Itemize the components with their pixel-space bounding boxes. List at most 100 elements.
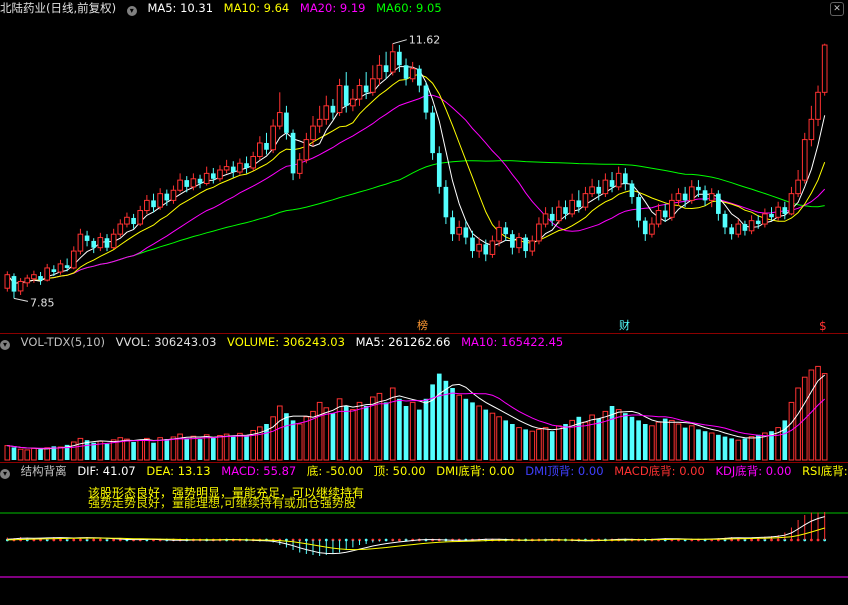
volume-bar bbox=[270, 416, 276, 461]
volume-bar bbox=[602, 410, 609, 461]
candle-body bbox=[250, 155, 257, 169]
candle-body bbox=[476, 243, 482, 252]
volume-bar bbox=[284, 413, 289, 460]
volume-bar bbox=[808, 369, 815, 461]
candle-body bbox=[397, 51, 402, 66]
volume-bar bbox=[496, 416, 502, 461]
volume-bar bbox=[483, 409, 489, 460]
candle-body bbox=[735, 223, 742, 235]
candle-body bbox=[151, 200, 156, 208]
candle-body bbox=[184, 180, 190, 187]
candle-body bbox=[190, 178, 197, 188]
candle-body bbox=[131, 217, 136, 225]
candle-body bbox=[417, 68, 422, 86]
volume-bar bbox=[755, 434, 761, 460]
candle-body bbox=[636, 197, 641, 221]
volume-bar bbox=[211, 437, 216, 460]
volume-bar bbox=[669, 419, 675, 461]
volume-bar bbox=[463, 398, 469, 460]
candle-body bbox=[443, 186, 449, 218]
volume-bar bbox=[157, 437, 163, 461]
candle-body bbox=[57, 263, 64, 273]
candle-body bbox=[164, 193, 170, 201]
candle-body bbox=[403, 65, 409, 79]
volume-bar bbox=[24, 449, 31, 461]
candle-body bbox=[77, 233, 84, 252]
volume-bar bbox=[489, 412, 496, 461]
candle-body bbox=[124, 216, 130, 225]
volume-bar bbox=[17, 448, 24, 461]
candle-body bbox=[675, 193, 682, 201]
volume-bar bbox=[589, 414, 595, 461]
volume-bar bbox=[31, 447, 37, 461]
candle-body bbox=[536, 223, 542, 242]
volume-bar bbox=[164, 439, 170, 460]
candle-body bbox=[708, 193, 715, 201]
candle-body bbox=[456, 226, 463, 235]
candle-body bbox=[296, 159, 303, 174]
volume-bar bbox=[716, 434, 721, 460]
candle-body bbox=[696, 186, 701, 191]
candle-body bbox=[623, 173, 628, 184]
volume-bar bbox=[629, 416, 635, 460]
candle-body bbox=[323, 105, 330, 120]
volume-bar bbox=[190, 435, 197, 461]
candle-body bbox=[389, 51, 396, 73]
volume-bar bbox=[409, 401, 416, 461]
candle-body bbox=[144, 199, 150, 212]
candle-body bbox=[223, 166, 230, 171]
volume-bar bbox=[623, 413, 628, 460]
candle-body bbox=[450, 217, 455, 235]
marker-cai: 财 bbox=[619, 318, 630, 332]
candle-body bbox=[795, 179, 801, 195]
volume-bar bbox=[4, 445, 11, 461]
candle-body bbox=[682, 193, 688, 201]
marker-dollar: $ bbox=[819, 319, 827, 333]
candle-body bbox=[24, 277, 31, 284]
volume-bar bbox=[389, 387, 396, 461]
candle-body bbox=[642, 220, 648, 235]
candle-body bbox=[702, 190, 708, 201]
candle-body bbox=[376, 64, 383, 80]
volume-bar bbox=[582, 421, 589, 461]
candle-body bbox=[563, 207, 568, 214]
candle-body bbox=[217, 169, 223, 180]
low-pointer bbox=[13, 297, 29, 302]
volume-bar bbox=[423, 398, 429, 460]
volume-bar bbox=[197, 439, 203, 460]
volume-bar bbox=[476, 405, 482, 461]
volume-bar bbox=[38, 449, 43, 460]
candle-body bbox=[483, 244, 489, 255]
candle-body bbox=[762, 213, 768, 225]
macd-zero-dot bbox=[397, 538, 401, 542]
candle-body bbox=[470, 237, 475, 252]
volume-bar bbox=[203, 434, 210, 461]
volume-bar bbox=[184, 438, 190, 460]
candle-body bbox=[310, 125, 316, 141]
candle-body bbox=[276, 112, 283, 127]
volume-bar bbox=[57, 446, 64, 461]
candle-body bbox=[742, 224, 748, 231]
volume-bar bbox=[503, 420, 509, 460]
candle-body bbox=[655, 210, 662, 225]
volume-bar bbox=[729, 438, 734, 460]
candle-body bbox=[64, 265, 70, 268]
volume-bar bbox=[430, 384, 435, 460]
candle-body bbox=[91, 240, 97, 248]
candle-body bbox=[350, 98, 356, 107]
candle-body bbox=[237, 162, 243, 173]
candle-body bbox=[409, 68, 416, 80]
candle-body bbox=[788, 193, 795, 215]
candle-body bbox=[290, 132, 296, 174]
candle-body bbox=[137, 210, 144, 225]
candle-body bbox=[582, 193, 589, 208]
volume-bar bbox=[556, 425, 562, 461]
candle-body bbox=[51, 269, 57, 273]
candle-body bbox=[615, 172, 622, 188]
ma20-line bbox=[6, 94, 826, 284]
candle-body bbox=[569, 199, 575, 215]
volume-bar bbox=[722, 436, 728, 460]
volume-bar bbox=[363, 406, 369, 460]
candle-body bbox=[748, 220, 755, 232]
volume-bar bbox=[356, 401, 363, 461]
